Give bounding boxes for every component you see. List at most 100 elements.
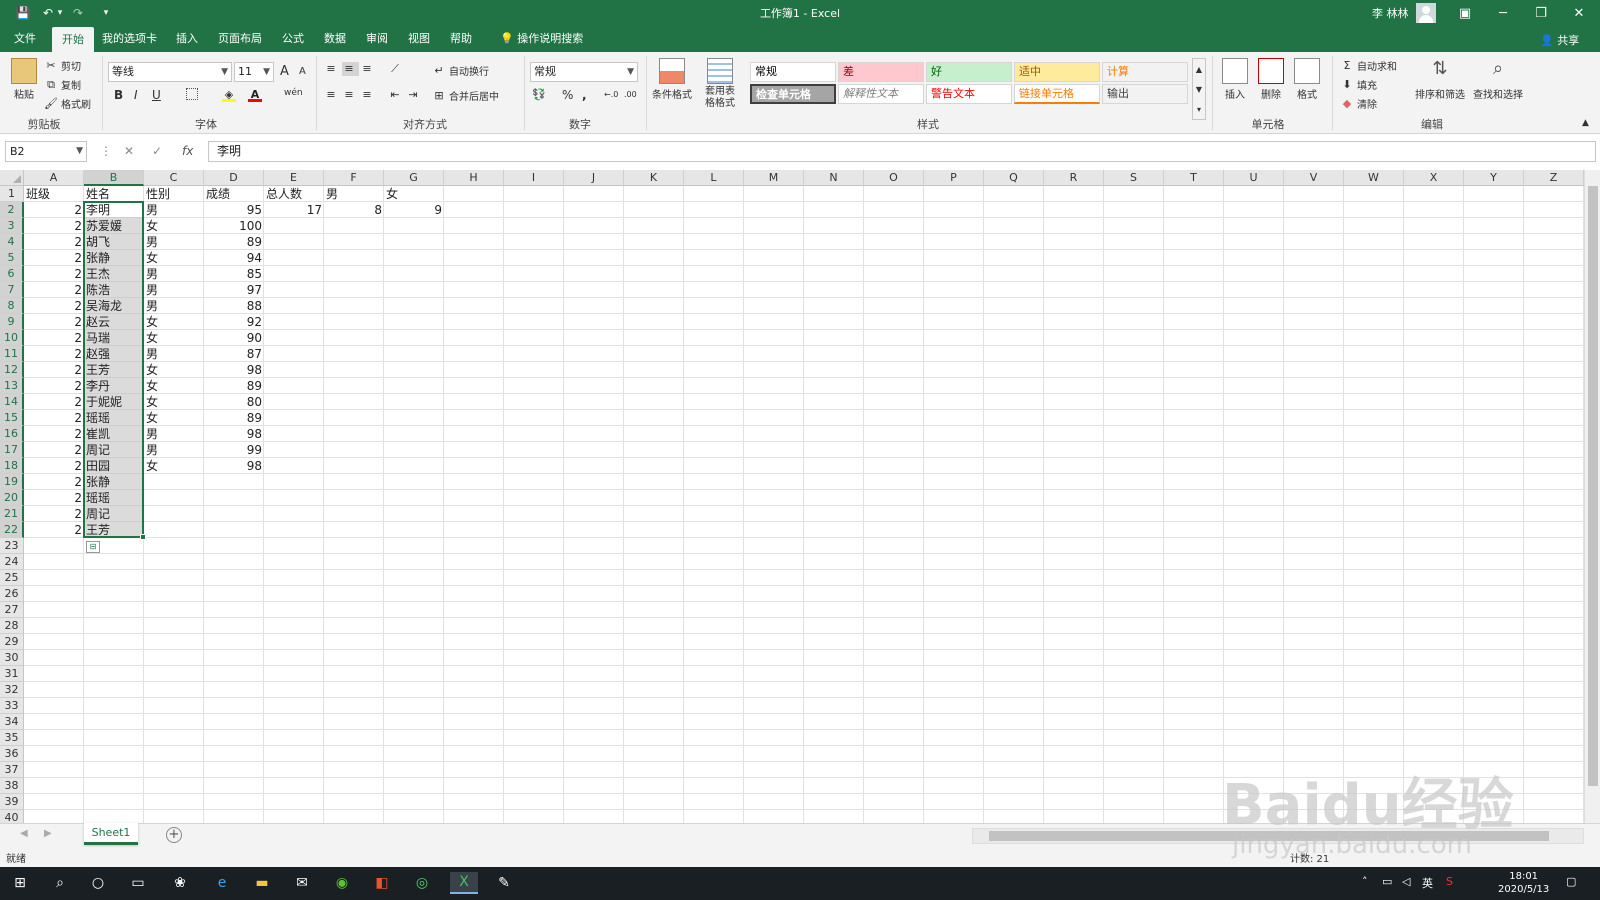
align-top-icon[interactable]: ≡ [324,62,341,76]
tab-home[interactable]: 开始 [52,27,94,52]
notification-icon[interactable]: ▢ [1566,875,1576,888]
cell[interactable]: 男 [144,442,204,458]
cell[interactable]: 男 [324,186,384,202]
cell[interactable]: 2 [24,458,84,474]
column-header[interactable]: D [204,170,264,186]
row-header[interactable]: 26 [0,586,24,602]
column-header[interactable]: A [24,170,84,186]
cell[interactable]: 95 [204,202,264,218]
cell[interactable]: 男 [144,266,204,282]
task-view-icon[interactable]: ▭ [126,872,150,894]
font-color-button[interactable]: A [248,88,265,102]
name-box[interactable]: B2 ▼ [5,141,87,162]
cell[interactable]: 8 [324,202,384,218]
cell[interactable]: 成绩 [204,186,264,202]
row-header[interactable]: 31 [0,666,24,682]
cell[interactable]: 2 [24,314,84,330]
cell[interactable]: 苏爱媛 [84,218,144,234]
close-button[interactable]: ✕ [1560,0,1598,26]
cell[interactable]: 89 [204,410,264,426]
minimize-button[interactable]: ─ [1484,0,1522,26]
clock[interactable]: 18:01 2020/5/13 [1498,870,1549,896]
ime-label[interactable]: 英 [1422,875,1433,891]
cell-style-8[interactable]: 链接单元格 [1014,84,1100,104]
row-header[interactable]: 30 [0,650,24,666]
cell[interactable]: 男 [144,282,204,298]
shrink-font-button[interactable]: A [299,66,306,77]
cell[interactable]: 87 [204,346,264,362]
cell[interactable]: 89 [204,234,264,250]
tab-file[interactable]: 文件 [4,26,46,52]
restore-button[interactable]: ❐ [1522,0,1560,26]
cell[interactable]: 2 [24,250,84,266]
insert-function-icon[interactable]: fx [182,144,193,158]
row-header[interactable]: 7 [0,282,24,298]
undo-dropdown-icon[interactable]: ▾ [56,4,64,22]
prev-sheet-icon[interactable]: ◀ [20,828,28,839]
column-header[interactable]: B [84,170,144,186]
add-sheet-button[interactable]: + [166,827,182,843]
cell[interactable]: 瑶瑶 [84,410,144,426]
row-header[interactable]: 9 [0,314,24,330]
cell[interactable]: 2 [24,330,84,346]
cell[interactable]: 99 [204,442,264,458]
cut-button[interactable]: ✂ 剪切 [44,58,81,74]
row-header[interactable]: 29 [0,634,24,650]
cell[interactable]: 女 [384,186,444,202]
cell[interactable]: 田园 [84,458,144,474]
find-select-button[interactable]: ⌕ 查找和选择 [1470,58,1526,101]
cell-style-1[interactable]: 差 [838,62,924,82]
align-center-icon[interactable]: ≡ [342,88,359,102]
column-header[interactable]: W [1344,170,1404,186]
insert-cells-button[interactable]: 插入 [1218,58,1252,101]
user-name[interactable]: 李 林林 [1372,5,1409,21]
column-header[interactable]: K [624,170,684,186]
ribbon-display-icon[interactable]: ▣ [1446,0,1484,26]
format-cells-button[interactable]: 格式 [1290,58,1324,101]
cell[interactable]: 女 [144,458,204,474]
copy-button[interactable]: ⧉ 复制 [44,77,81,93]
column-header[interactable]: V [1284,170,1344,186]
tab-view[interactable]: 视图 [398,26,440,52]
cell[interactable]: 男 [144,298,204,314]
cell[interactable]: 男 [144,426,204,442]
number-format-select[interactable]: 常规 ▼ [530,62,638,82]
column-header[interactable]: X [1404,170,1464,186]
row-header[interactable]: 24 [0,554,24,570]
cell[interactable]: 98 [204,458,264,474]
cell[interactable]: 2 [24,490,84,506]
app-icon[interactable]: ✎ [492,872,516,894]
cell[interactable]: 2 [24,522,84,538]
row-header[interactable]: 15 [0,410,24,426]
gallery-scroll[interactable]: ▲ ▼ ▾ [1192,58,1206,120]
row-header[interactable]: 8 [0,298,24,314]
tab-help[interactable]: 帮助 [440,26,482,52]
row-header[interactable]: 35 [0,730,24,746]
cell[interactable]: 2 [24,234,84,250]
row-header[interactable]: 3 [0,218,24,234]
cell[interactable]: 9 [384,202,444,218]
column-header[interactable]: G [384,170,444,186]
cell[interactable]: 89 [204,378,264,394]
cell[interactable]: 17 [264,202,324,218]
chevron-up-icon[interactable]: ˄ [1362,875,1368,888]
cell[interactable]: 女 [144,330,204,346]
cell[interactable]: 女 [144,394,204,410]
cell-style-3[interactable]: 适中 [1014,62,1100,82]
collapse-ribbon-icon[interactable]: ▲ [1582,118,1589,128]
row-header[interactable]: 10 [0,330,24,346]
row-header[interactable]: 1 [0,186,24,202]
paste-button[interactable]: 粘贴 [8,58,40,101]
align-middle-icon[interactable]: ≡ [342,62,359,76]
tab-formulas[interactable]: 公式 [272,26,314,52]
column-header[interactable]: T [1164,170,1224,186]
comma-button[interactable]: , [582,88,587,102]
increase-indent-icon[interactable]: ⇥ [406,88,423,102]
percent-button[interactable]: % [562,88,573,102]
cell[interactable]: 王杰 [84,266,144,282]
cell[interactable]: 女 [144,314,204,330]
row-header[interactable]: 33 [0,698,24,714]
row-header[interactable]: 16 [0,426,24,442]
cell[interactable]: 崔凯 [84,426,144,442]
cell[interactable]: 2 [24,394,84,410]
